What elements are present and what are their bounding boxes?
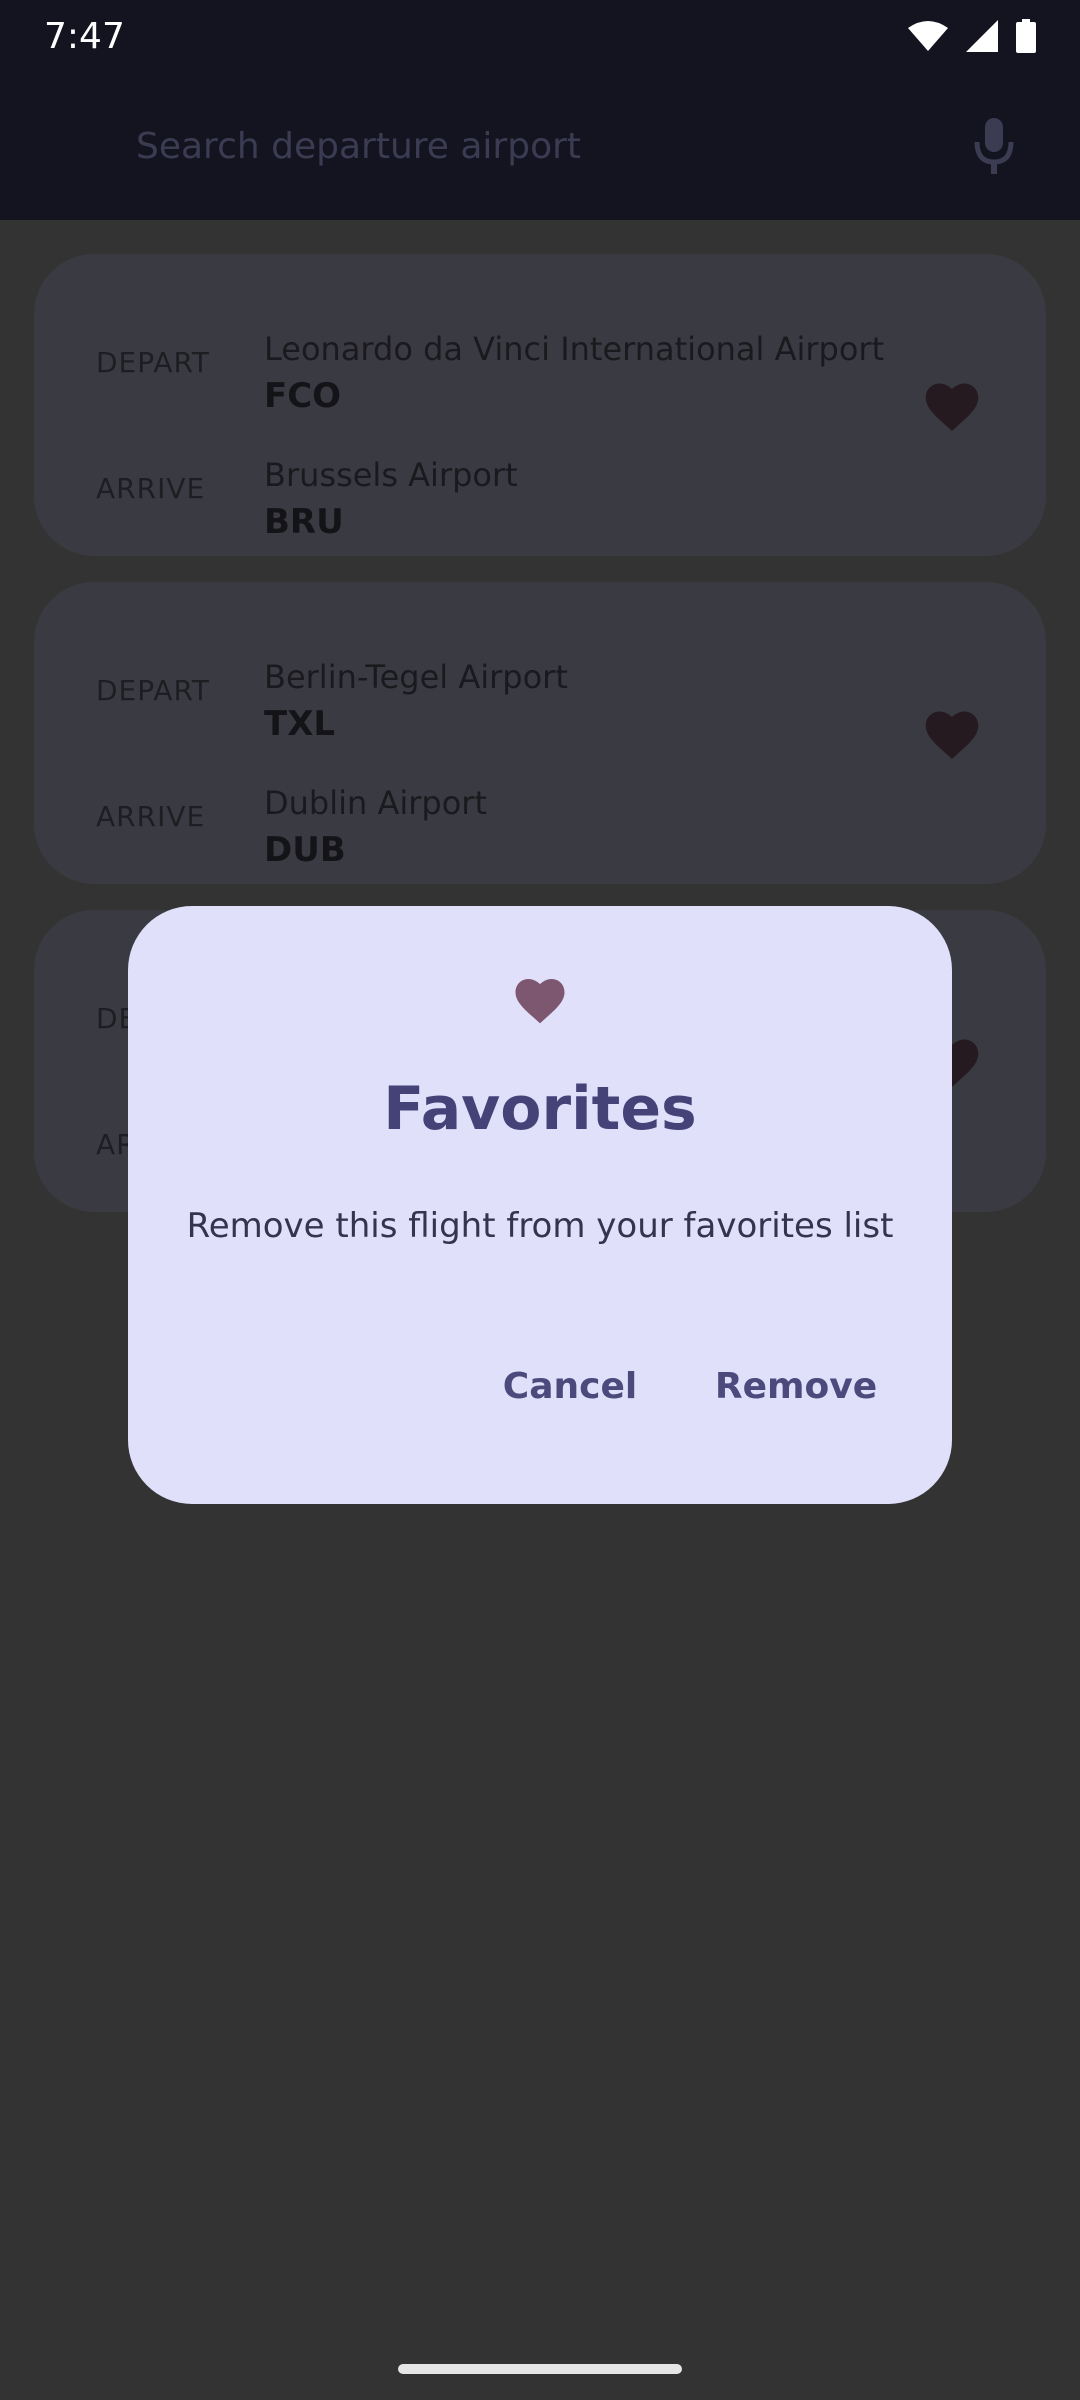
remove-button[interactable]: Remove: [702, 1350, 890, 1422]
status-bar: 7:47: [0, 0, 1080, 72]
depart-label: DEPART: [96, 674, 211, 707]
depart-airport-code: TXL: [264, 704, 336, 744]
wifi-icon: [908, 21, 948, 51]
status-icons: [908, 19, 1036, 53]
favorite-heart-icon[interactable]: [922, 378, 982, 434]
mic-icon[interactable]: [964, 116, 1024, 176]
depart-label: DEPART: [96, 346, 211, 379]
dialog-message: Remove this flight from your favorites l…: [186, 1206, 894, 1246]
flight-card[interactable]: DEPART Berlin-Tegel Airport TXL ARRIVE D…: [34, 582, 1046, 884]
arrive-airport-code: BRU: [264, 502, 344, 542]
status-time: 7:47: [44, 15, 125, 57]
favorites-dialog: Favorites Remove this flight from your f…: [128, 906, 952, 1504]
cancel-button[interactable]: Cancel: [498, 1350, 642, 1422]
dialog-title: Favorites: [383, 1074, 697, 1144]
arrive-label: ARRIVE: [96, 800, 206, 833]
depart-airport-name: Leonardo da Vinci International Airport: [264, 330, 885, 368]
gesture-nav-handle[interactable]: [398, 2364, 682, 2374]
arrive-airport-name: Brussels Airport: [264, 456, 518, 494]
signal-icon: [966, 20, 998, 52]
heart-icon: [515, 979, 565, 1024]
arrive-airport-code: DUB: [264, 830, 346, 870]
search-input[interactable]: Search departure airport: [136, 126, 964, 167]
arrive-airport-name: Dublin Airport: [264, 784, 487, 822]
search-bar[interactable]: Search departure airport: [0, 72, 1080, 220]
flight-card[interactable]: DEPART Leonardo da Vinci International A…: [34, 254, 1046, 556]
depart-airport-code: FCO: [264, 376, 342, 416]
favorite-heart-icon[interactable]: [922, 706, 982, 762]
depart-airport-name: Berlin-Tegel Airport: [264, 658, 568, 696]
battery-icon: [1016, 19, 1036, 53]
arrive-label: ARRIVE: [96, 472, 206, 505]
screen: 7:47 Search departure airport DEPART Leo…: [0, 0, 1080, 2400]
